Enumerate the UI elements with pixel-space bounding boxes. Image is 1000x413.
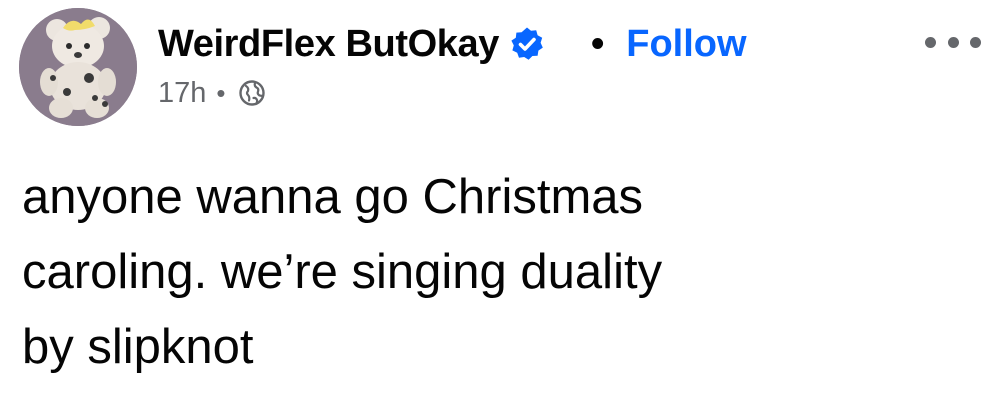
more-dot [925,36,936,48]
post-timestamp[interactable]: 17h [158,77,206,110]
more-options-icon[interactable] [925,30,981,54]
follow-button[interactable]: Follow [626,23,746,66]
post-body: anyone wanna go Christmas caroling. we’r… [22,160,952,385]
teddy-bear-avatar-icon [19,8,137,126]
more-dot [970,36,981,48]
more-dot [947,36,959,48]
post-text-line: by slipknot [22,320,254,374]
post-text-line: anyone wanna go Christmas [22,170,644,224]
verified-badge-icon [509,26,545,62]
author-name[interactable]: WeirdFlex ButOkay [158,23,499,66]
meta-separator: • [216,77,226,108]
post-meta: 17h • [158,76,266,110]
author-avatar[interactable] [19,8,137,126]
header-separator: • [590,22,605,65]
post-text-line: caroling. we’re singing duality [22,245,663,299]
globe-icon[interactable] [238,79,266,107]
post-header: WeirdFlex ButOkay • Follow [158,20,747,68]
